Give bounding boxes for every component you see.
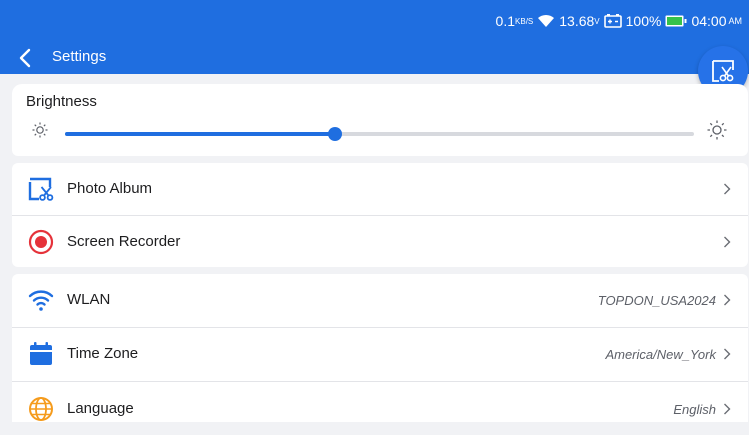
screenshot-scissors-icon	[712, 60, 734, 82]
wifi-status-icon	[537, 14, 555, 28]
wlan-label: WLAN	[67, 291, 111, 308]
brightness-high-icon	[707, 120, 727, 140]
time-zone-row[interactable]: Time Zone America/New_York	[12, 328, 748, 380]
battery-percent: 100%	[625, 13, 662, 29]
battery-icon	[665, 15, 687, 27]
wlan-value: TOPDON_USA2024	[597, 293, 716, 308]
voltage-value: 13.68	[559, 13, 595, 29]
chevron-right-icon	[724, 294, 731, 306]
tools-card: Photo Album Screen Recorder	[12, 163, 748, 267]
chevron-right-icon	[724, 183, 731, 195]
time-zone-value: America/New_York	[605, 347, 716, 362]
time-zone-label: Time Zone	[67, 345, 139, 362]
brightness-slider-fill	[65, 132, 336, 136]
net-speed-unit: KB/S	[515, 16, 534, 26]
voltage-unit: V	[594, 16, 600, 26]
calendar-icon	[30, 342, 52, 365]
car-battery-icon	[603, 14, 622, 28]
wifi-icon	[28, 290, 54, 311]
divider	[12, 381, 748, 382]
wlan-row[interactable]: WLAN TOPDON_USA2024	[12, 274, 748, 326]
chevron-left-icon	[19, 48, 31, 68]
brightness-slider-knob[interactable]	[328, 127, 343, 141]
language-row[interactable]: Language English	[12, 383, 748, 435]
clock-time: 04:00	[691, 13, 727, 29]
photo-album-label: Photo Album	[67, 180, 153, 197]
chevron-right-icon	[724, 236, 731, 248]
language-label: Language	[67, 400, 134, 417]
language-value: English	[673, 402, 716, 417]
brightness-label: Brightness	[26, 93, 97, 110]
net-speed: 0.1	[495, 13, 516, 29]
title-bar: Settings	[0, 40, 749, 74]
photo-album-icon	[28, 177, 54, 201]
page-title: Settings	[52, 48, 107, 65]
screen-recorder-label: Screen Recorder	[67, 233, 181, 250]
status-bar: 0.1 KB/S 13.68 V 100% 04:00 AM	[0, 0, 749, 40]
system-card: WLAN TOPDON_USA2024 Time Zone America/Ne…	[12, 274, 748, 422]
brightness-slider[interactable]	[65, 127, 694, 141]
record-icon	[28, 229, 54, 255]
globe-icon	[29, 397, 53, 421]
screen-recorder-row[interactable]: Screen Recorder	[12, 216, 748, 268]
brightness-low-icon	[32, 122, 48, 138]
photo-album-row[interactable]: Photo Album	[12, 163, 748, 215]
chevron-right-icon	[724, 348, 731, 360]
chevron-right-icon	[724, 403, 731, 415]
clock-ampm: AM	[728, 16, 743, 26]
brightness-card: Brightness	[12, 84, 748, 156]
back-button[interactable]	[16, 48, 36, 68]
